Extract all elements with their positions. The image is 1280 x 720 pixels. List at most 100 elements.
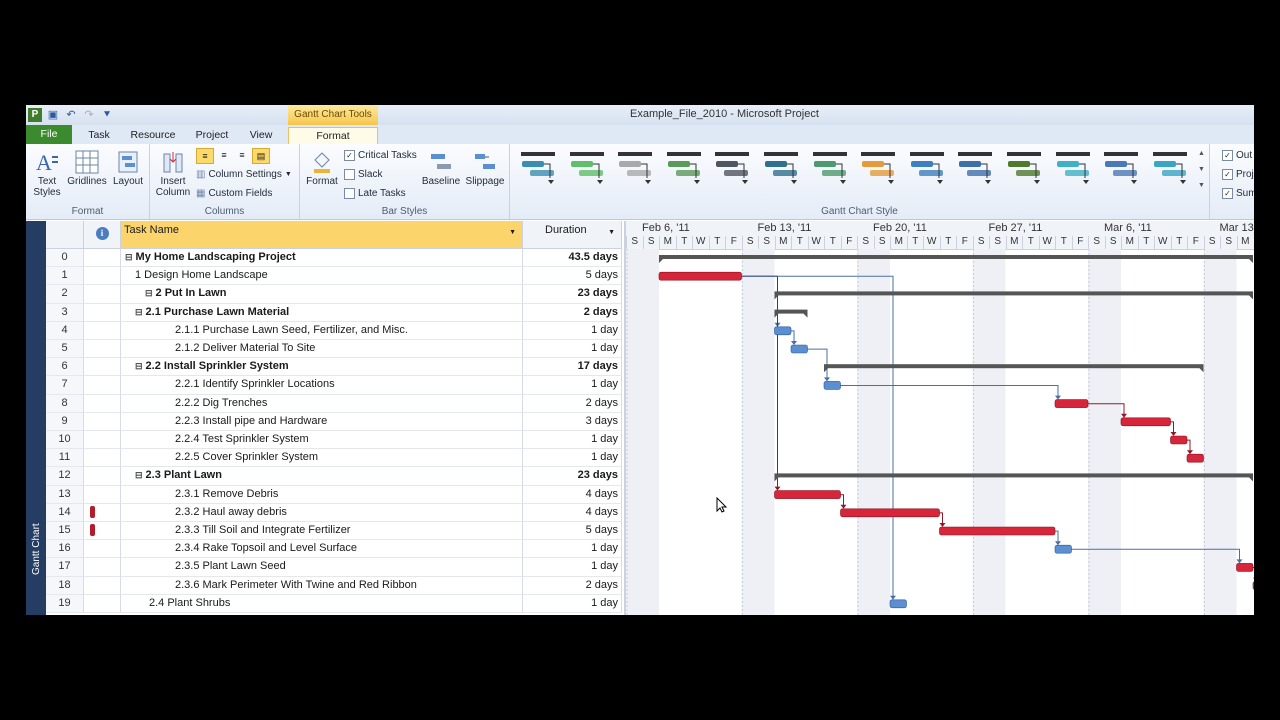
row-id[interactable]: 11 [46, 449, 84, 468]
task-name-cell[interactable]: 2.2.2 Dig Trenches [121, 394, 523, 413]
task-bar[interactable] [1236, 563, 1254, 572]
table-row[interactable]: 8 2.2.2 Dig Trenches 2 days [46, 394, 622, 413]
task-name-cell[interactable]: ⊟ 2.2 Install Sprinkler System [121, 358, 523, 377]
row-id[interactable]: 3 [46, 303, 84, 322]
save-icon[interactable]: ▣ [46, 108, 60, 122]
gantt-style-thumbnail[interactable] [518, 150, 558, 192]
summary-bar[interactable] [774, 291, 1254, 296]
duration-cell[interactable]: 1 day [523, 540, 622, 559]
tab-task[interactable]: Task [84, 127, 114, 144]
slippage-button[interactable]: Slippage [464, 150, 506, 187]
collapse-icon[interactable]: ⊟ [135, 307, 143, 317]
align-center-icon[interactable]: ≡ [216, 148, 232, 162]
summary-bar[interactable] [774, 473, 1254, 478]
task-bar[interactable] [939, 526, 1056, 536]
table-row[interactable]: 1 1 Design Home Landscape 5 days [46, 267, 622, 286]
table-row[interactable]: 9 2.2.3 Install pipe and Hardware 3 days [46, 412, 622, 431]
redo-icon[interactable]: ↷ [82, 108, 96, 122]
table-row[interactable]: 2 ⊟ 2 Put In Lawn 23 days [46, 285, 622, 304]
row-id[interactable]: 0 [46, 249, 84, 268]
task-bar[interactable] [1252, 581, 1254, 590]
duration-cell[interactable]: 1 day [523, 449, 622, 468]
row-id[interactable]: 7 [46, 376, 84, 395]
task-name-cell[interactable]: 2.3.4 Rake Topsoil and Level Surface [121, 540, 523, 559]
custom-fields-button[interactable]: ▦ Custom Fields [196, 188, 272, 199]
table-row[interactable]: 12 ⊟ 2.3 Plant Lawn 23 days [46, 467, 622, 486]
collapse-icon[interactable]: ⊟ [135, 470, 143, 480]
row-id[interactable]: 16 [46, 540, 84, 559]
duration-cell[interactable]: 1 day [523, 340, 622, 359]
gallery-more-icon[interactable]: ▼ [1198, 182, 1205, 189]
view-bar[interactable]: Gantt Chart [26, 221, 46, 615]
task-bar[interactable] [1186, 453, 1204, 463]
row-id[interactable]: 17 [46, 558, 84, 577]
task-bar[interactable] [790, 344, 808, 354]
undo-icon[interactable]: ↶ [64, 108, 78, 122]
table-row[interactable]: 14 2.3.2 Haul away debris 4 days [46, 503, 622, 522]
insert-column-button[interactable]: Insert Column [154, 150, 192, 198]
duration-cell[interactable]: 3 days [523, 412, 622, 431]
duration-cell[interactable]: 2 days [523, 576, 622, 595]
row-id[interactable]: 1 [46, 267, 84, 286]
row-id[interactable]: 14 [46, 503, 84, 522]
row-id[interactable]: 19 [46, 594, 84, 613]
duration-cell[interactable]: 4 days [523, 503, 622, 522]
gantt-style-thumbnail[interactable] [567, 150, 607, 192]
gantt-style-thumbnail[interactable] [1004, 150, 1044, 192]
table-row[interactable]: 16 2.3.4 Rake Topsoil and Level Surface 1 … [46, 540, 622, 559]
duration-cell[interactable]: 43.5 days [523, 249, 622, 268]
slack-checkbox[interactable]: Slack [344, 169, 382, 180]
baseline-button[interactable]: Baseline [420, 150, 462, 187]
gallery-scroll-up-icon[interactable]: ▲ [1198, 150, 1205, 157]
task-name-cell[interactable]: 2.3.1 Remove Debris [121, 485, 523, 504]
summary-checkbox[interactable]: ✓ Sum [1222, 188, 1254, 199]
duration-cell[interactable]: 1 day [523, 558, 622, 577]
duration-cell[interactable]: 2 days [523, 303, 622, 322]
task-name-cell[interactable]: ⊟ 2.1 Purchase Lawn Material [121, 303, 523, 322]
summary-bar[interactable] [824, 364, 1204, 369]
row-id[interactable]: 8 [46, 394, 84, 413]
chevron-down-icon[interactable]: ▼ [509, 229, 516, 236]
gantt-style-thumbnail[interactable] [1150, 150, 1190, 192]
task-name-cell[interactable]: 2.1.2 Deliver Material To Site [121, 340, 523, 359]
collapse-icon[interactable]: ⊟ [135, 361, 143, 371]
chevron-down-icon[interactable]: ▼ [608, 229, 615, 236]
gantt-style-thumbnail[interactable] [1053, 150, 1093, 192]
task-name-header[interactable]: Task Name ▼ [121, 221, 523, 249]
task-name-cell[interactable]: 2.2.5 Cover Sprinkler System [121, 449, 523, 468]
align-left-icon[interactable]: ≡ [196, 148, 214, 164]
table-row[interactable]: 10 2.2.4 Test Sprinkler System 1 day [46, 431, 622, 450]
wrap-text-icon[interactable]: ▤ [252, 148, 270, 164]
task-name-cell[interactable]: 2.3.6 Mark Perimeter With Twine and Red … [121, 576, 523, 595]
customize-icon[interactable]: ⯆ [100, 108, 114, 122]
late-tasks-checkbox[interactable]: Late Tasks [344, 188, 406, 199]
task-bar[interactable] [774, 326, 792, 336]
tab-file[interactable]: File [26, 125, 72, 144]
task-bar[interactable] [1170, 435, 1188, 445]
task-name-cell[interactable]: 2.4 Plant Shrubs [121, 594, 523, 613]
task-bar[interactable] [1120, 417, 1171, 427]
text-styles-button[interactable]: A Text Styles [30, 150, 64, 198]
layout-button[interactable]: Layout [110, 150, 146, 187]
collapse-icon[interactable]: ⊟ [145, 288, 153, 298]
collapse-icon[interactable]: ⊟ [125, 252, 133, 262]
gantt-style-thumbnail[interactable] [615, 150, 655, 192]
table-row[interactable]: 3 ⊟ 2.1 Purchase Lawn Material 2 days [46, 303, 622, 322]
row-id[interactable]: 4 [46, 321, 84, 340]
table-row[interactable]: 19 2.4 Plant Shrubs 1 day [46, 594, 622, 613]
table-row[interactable]: 5 2.1.2 Deliver Material To Site 1 day [46, 340, 622, 359]
duration-cell[interactable]: 4 days [523, 485, 622, 504]
table-row[interactable]: 7 2.2.1 Identify Sprinkler Locations 1 day [46, 376, 622, 395]
task-bar[interactable] [840, 508, 940, 518]
table-row[interactable]: 15 2.3.3 Till Soil and Integrate Fertiliz… [46, 522, 622, 541]
table-row[interactable]: 17 2.3.5 Plant Lawn Seed 1 day [46, 558, 622, 577]
duration-cell[interactable]: 5 days [523, 522, 622, 541]
column-settings-button[interactable]: ▥ Column Settings ▼ [196, 169, 292, 180]
row-id[interactable]: 12 [46, 467, 84, 486]
duration-cell[interactable]: 23 days [523, 285, 622, 304]
table-row[interactable]: 6 ⊟ 2.2 Install Sprinkler System 17 days [46, 358, 622, 377]
task-name-cell[interactable]: ⊟ 2.3 Plant Lawn [121, 467, 523, 486]
tab-resource[interactable]: Resource [128, 127, 178, 144]
project-summary-checkbox[interactable]: ✓ Proj [1222, 169, 1254, 180]
task-name-cell[interactable]: 2.3.2 Haul away debris [121, 503, 523, 522]
